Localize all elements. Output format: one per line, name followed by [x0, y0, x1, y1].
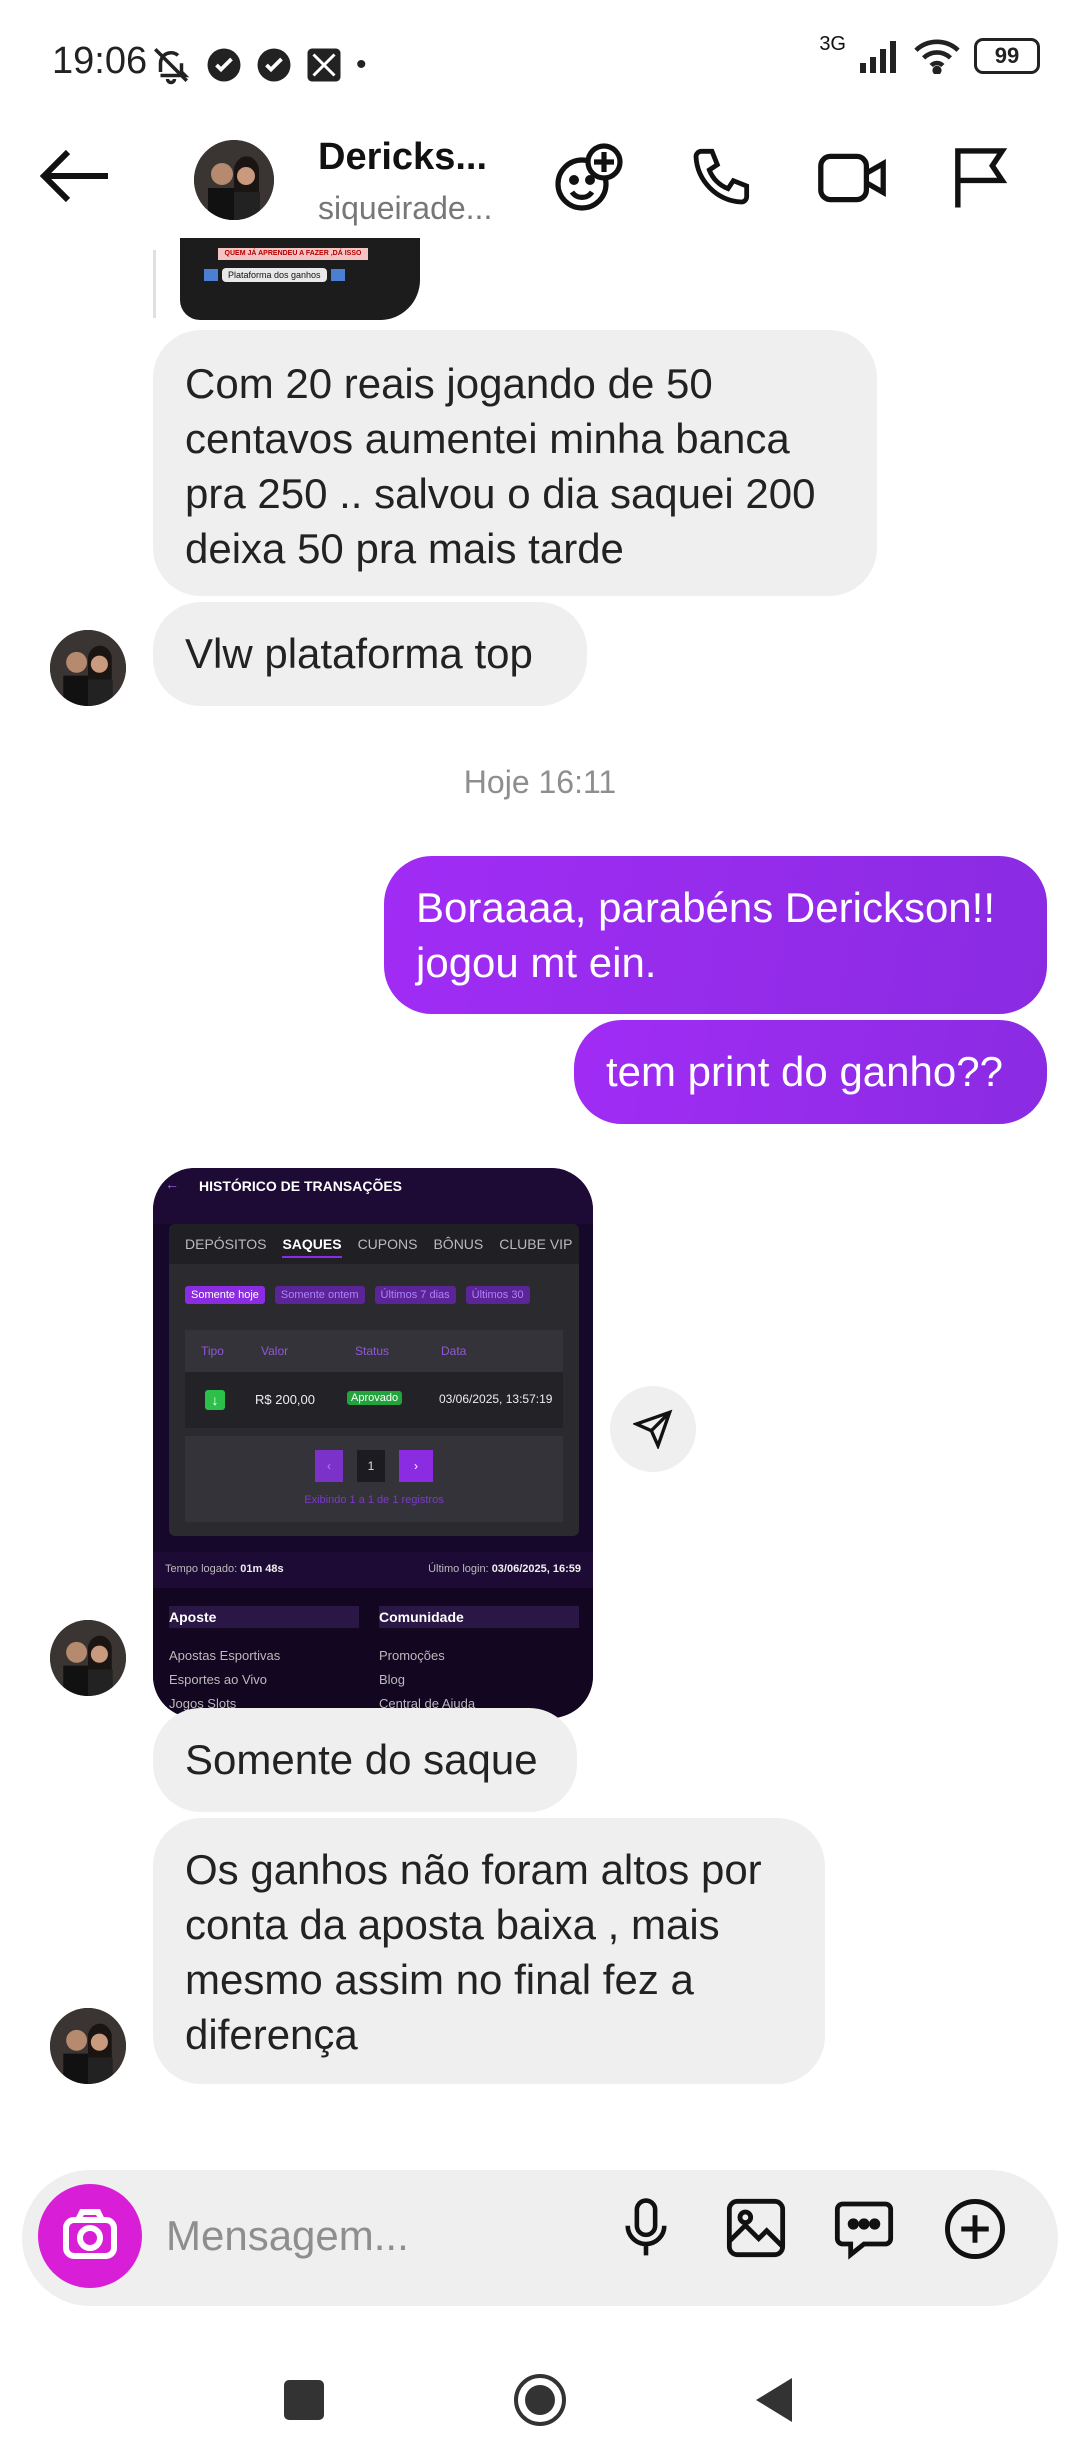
voice-button[interactable]: [618, 2196, 674, 2265]
thumbnail-headline: QUEM JÁ APRENDEU A FAZER ,DÁ ISSO: [218, 248, 368, 260]
camera-icon: [63, 2209, 117, 2259]
shot-pagination: ‹ 1 › Exibindo 1 a 1 de 1 registros: [185, 1436, 563, 1522]
shot-tab: BÔNUS: [433, 1236, 484, 1252]
message-text: Os ganhos não foram altos por conta da a…: [185, 1846, 762, 2058]
plus-circle-icon: [945, 2199, 1005, 2259]
share-icon: [633, 1409, 673, 1449]
header-avatar[interactable]: [194, 140, 274, 220]
check-circle-icon: [207, 48, 241, 82]
report-button[interactable]: [950, 146, 1010, 215]
contact-name[interactable]: Dericks...: [318, 136, 487, 179]
sender-avatar[interactable]: [50, 630, 126, 706]
gallery-icon: [726, 2198, 786, 2258]
shot-tab: CUPONS: [357, 1236, 418, 1252]
shot-header: ← HISTÓRICO DE TRANSAÇÕES: [153, 1168, 593, 1224]
contact-username[interactable]: siqueirade...: [318, 190, 492, 227]
message-bubble-received[interactable]: Com 20 reais jogando de 50 centavos aume…: [153, 330, 877, 596]
download-arrow-icon: ↓: [205, 1390, 225, 1410]
back-button[interactable]: [39, 146, 112, 211]
video-camera-icon: [818, 153, 886, 203]
message-bubble-sent[interactable]: Boraaaa, parabéns Derickson!! jogou mt e…: [384, 856, 1047, 1014]
check-circle-icon: [257, 48, 291, 82]
sticker-add-icon: [555, 143, 623, 211]
status-time: 19:06: [52, 40, 148, 82]
shot-tabs: DEPÓSITOS SAQUES CUPONS BÔNUS CLUBE VIP: [169, 1224, 579, 1264]
shot-panel: DEPÓSITOS SAQUES CUPONS BÔNUS CLUBE VIP …: [169, 1224, 579, 1536]
flag-icon: [955, 148, 1008, 208]
wifi-icon: [914, 39, 960, 74]
home-circle-icon: [514, 2374, 566, 2426]
camera-button[interactable]: [38, 2184, 142, 2288]
chat-bubble-icon: [834, 2201, 894, 2260]
status-icons-right: 3G 99: [819, 33, 1040, 74]
reply-line: [153, 250, 156, 318]
thumbnail-button: Plataforma dos ganhos: [222, 268, 327, 282]
shot-table-header: Tipo Valor Status Data: [185, 1330, 563, 1372]
sticker-button[interactable]: [552, 142, 624, 219]
message-text: Vlw plataforma top: [185, 630, 533, 677]
microphone-icon: [625, 2198, 667, 2256]
call-button[interactable]: [688, 146, 752, 215]
shot-title: HISTÓRICO DE TRANSAÇÕES: [199, 1178, 403, 1194]
message-bubble-received[interactable]: Vlw plataforma top: [153, 602, 587, 706]
timestamp: Hoje 16:11: [463, 764, 617, 800]
back-nav-button[interactable]: [754, 2376, 794, 2429]
shot-filter: Últimos 7 dias: [374, 1286, 456, 1304]
shot-filter: Somente ontem: [274, 1286, 365, 1304]
bell-off-icon: [154, 48, 190, 85]
network-label: 3G: [819, 32, 846, 55]
recents-button[interactable]: [284, 2380, 324, 2420]
arrow-right-icon: [204, 269, 218, 281]
status-icons-left: •: [150, 44, 367, 86]
app-notification-icon: [307, 48, 341, 82]
shot-back-icon: ←: [165, 1176, 179, 1192]
shot-filter: Somente hoje: [185, 1286, 265, 1304]
shared-image-thumbnail[interactable]: QUEM JÁ APRENDEU A FAZER ,DÁ ISSO Plataf…: [180, 238, 420, 320]
message-input[interactable]: Mensagem...: [166, 2212, 409, 2260]
back-arrow-icon: [39, 149, 108, 203]
battery-indicator: 99: [974, 38, 1040, 74]
shot-filter: Últimos 30: [465, 1286, 530, 1304]
shot-tab: CLUBE VIP: [499, 1236, 573, 1252]
message-bubble-received[interactable]: Os ganhos não foram altos por conta da a…: [153, 1818, 825, 2084]
message-bubble-sent[interactable]: tem print do ganho??: [574, 1020, 1047, 1124]
dot-icon: •: [356, 48, 367, 81]
shot-filters: Somente hoje Somente ontem Últimos 7 dia…: [185, 1286, 530, 1304]
shot-tab: DEPÓSITOS: [185, 1236, 267, 1252]
shot-table-row: ↓ R$ 200,00 Aprovado 03/06/2025, 13:57:1…: [185, 1372, 563, 1428]
video-call-button[interactable]: [816, 148, 888, 213]
share-button[interactable]: [610, 1386, 696, 1472]
gallery-button[interactable]: [724, 2196, 788, 2265]
triangle-back-icon: [756, 2378, 792, 2422]
message-text: Somente do saque: [185, 1736, 538, 1783]
signal-icon: [860, 41, 896, 73]
sender-avatar[interactable]: [50, 2008, 126, 2084]
more-button[interactable]: [942, 2196, 1008, 2267]
shot-footer: Aposte Comunidade Apostas Esportivas Esp…: [153, 1588, 593, 1718]
message-text: tem print do ganho??: [606, 1048, 1003, 1095]
shot-session-bar: Tempo logado: 01m 48s Último login: 03/0…: [153, 1552, 593, 1588]
message-bubble-received[interactable]: Somente do saque: [153, 1708, 577, 1812]
sender-avatar[interactable]: [50, 1620, 126, 1696]
shot-tab-active: SAQUES: [282, 1236, 342, 1258]
message-text: Boraaaa, parabéns Derickson!! jogou mt e…: [416, 884, 995, 986]
message-text: Com 20 reais jogando de 50 centavos aume…: [185, 360, 816, 572]
chat-options-button[interactable]: [832, 2196, 896, 2265]
home-button[interactable]: [512, 2372, 568, 2428]
transaction-screenshot[interactable]: ← HISTÓRICO DE TRANSAÇÕES DEPÓSITOS SAQU…: [153, 1168, 593, 1718]
arrow-left-icon: [330, 269, 345, 281]
phone-icon: [693, 148, 750, 205]
